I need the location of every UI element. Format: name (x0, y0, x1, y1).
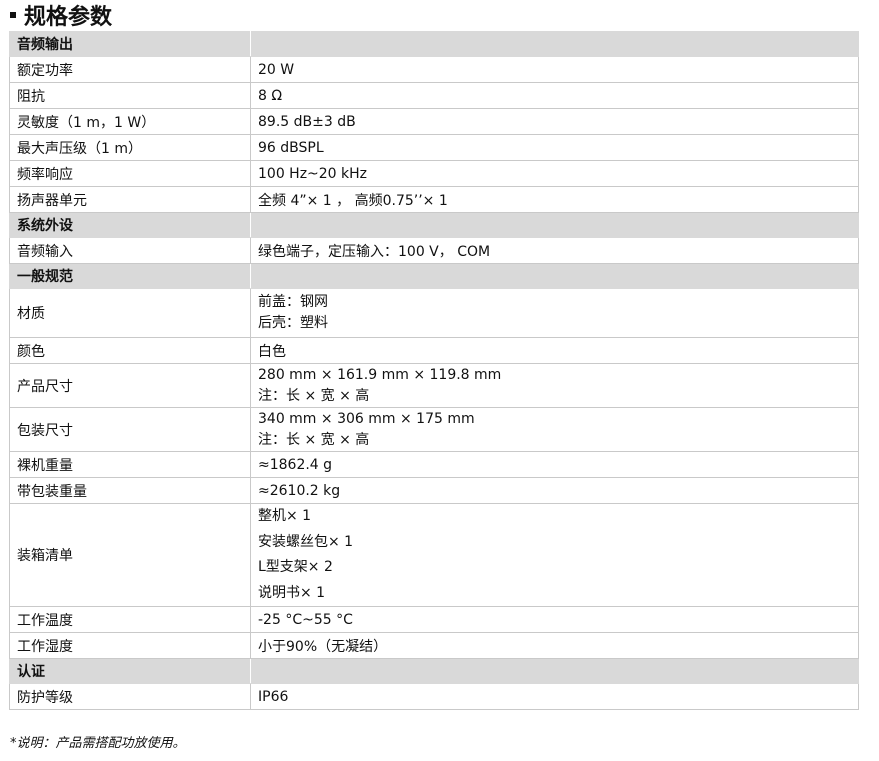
row-label: 最大声压级（1 m） (9, 134, 251, 161)
table-row: 颜色 白色 (9, 337, 859, 364)
table-row: 工作湿度 小于90%（无凝结） (9, 632, 859, 659)
table-row: 阻抗 8 Ω (9, 82, 859, 109)
row-label: 灵敏度（1 m，1 W） (9, 108, 251, 135)
section-header-general: 一般规范 (9, 263, 859, 289)
row-value: IP66 (250, 683, 859, 710)
row-value: 小于90%（无凝结） (250, 632, 859, 659)
row-value: 8 Ω (250, 82, 859, 109)
table-row: 最大声压级（1 m） 96 dBSPL (9, 134, 859, 161)
row-value: 20 W (250, 56, 859, 83)
table-row: 音频输入 绿色端子，定压输入：100 V， COM (9, 237, 859, 264)
row-label: 工作温度 (9, 606, 251, 633)
row-label: 裸机重量 (9, 451, 251, 478)
table-row: 包装尺寸 340 mm × 306 mm × 175 mm 注：长 × 宽 × … (9, 407, 859, 452)
row-value: 前盖：钢网 后壳：塑料 (250, 288, 859, 338)
table-row: 装箱清单 整机× 1 安装螺丝包× 1 L型支架× 2 说明书× 1 (9, 503, 859, 607)
section-header-cert: 认证 (9, 658, 859, 684)
row-label: 材质 (9, 288, 251, 338)
table-row: 防护等级 IP66 (9, 683, 859, 710)
row-label: 音频输入 (9, 237, 251, 264)
row-label: 颜色 (9, 337, 251, 364)
bullet-icon (10, 12, 16, 18)
row-value: 白色 (250, 337, 859, 364)
row-label: 产品尺寸 (9, 363, 251, 408)
row-label: 频率响应 (9, 160, 251, 187)
row-value: 340 mm × 306 mm × 175 mm 注：长 × 宽 × 高 (250, 407, 859, 452)
spec-page: 规格参数 音频输出 额定功率 20 W 阻抗 8 Ω 灵敏度（1 m，1 W） … (0, 0, 879, 761)
spec-table: 音频输出 额定功率 20 W 阻抗 8 Ω 灵敏度（1 m，1 W） 89.5 … (9, 31, 859, 710)
table-row: 灵敏度（1 m，1 W） 89.5 dB±3 dB (9, 108, 859, 135)
row-value: 280 mm × 161.9 mm × 119.8 mm 注：长 × 宽 × 高 (250, 363, 859, 408)
row-value: 绿色端子，定压输入：100 V， COM (250, 237, 859, 264)
row-label: 包装尺寸 (9, 407, 251, 452)
row-value: 96 dBSPL (250, 134, 859, 161)
row-value: 89.5 dB±3 dB (250, 108, 859, 135)
table-row: 额定功率 20 W (9, 56, 859, 83)
row-label: 防护等级 (9, 683, 251, 710)
section-title: 规格参数 (10, 0, 112, 30)
table-row: 频率响应 100 Hz~20 kHz (9, 160, 859, 187)
row-value: 100 Hz~20 kHz (250, 160, 859, 187)
row-label: 工作湿度 (9, 632, 251, 659)
row-label: 装箱清单 (9, 503, 251, 607)
table-row: 带包装重量 ≈2610.2 kg (9, 477, 859, 504)
row-value: 整机× 1 安装螺丝包× 1 L型支架× 2 说明书× 1 (250, 503, 859, 607)
row-value: -25 °C~55 °C (250, 606, 859, 633)
row-value: 全频 4”× 1 ， 高频0.75’’× 1 (250, 186, 859, 213)
row-label: 扬声器单元 (9, 186, 251, 213)
section-title-text: 规格参数 (24, 5, 113, 30)
table-row: 工作温度 -25 °C~55 °C (9, 606, 859, 633)
table-row: 材质 前盖：钢网 后壳：塑料 (9, 288, 859, 338)
table-row: 扬声器单元 全频 4”× 1 ， 高频0.75’’× 1 (9, 186, 859, 213)
section-header-system: 系统外设 (9, 212, 859, 238)
footnote: *说明：产品需搭配功放使用。 (10, 736, 186, 751)
table-row: 裸机重量 ≈1862.4 g (9, 451, 859, 478)
section-header-audio: 音频输出 (9, 31, 859, 57)
row-label: 额定功率 (9, 56, 251, 83)
row-value: ≈1862.4 g (250, 451, 859, 478)
row-label: 带包装重量 (9, 477, 251, 504)
row-label: 阻抗 (9, 82, 251, 109)
table-row: 产品尺寸 280 mm × 161.9 mm × 119.8 mm 注：长 × … (9, 363, 859, 408)
row-value: ≈2610.2 kg (250, 477, 859, 504)
